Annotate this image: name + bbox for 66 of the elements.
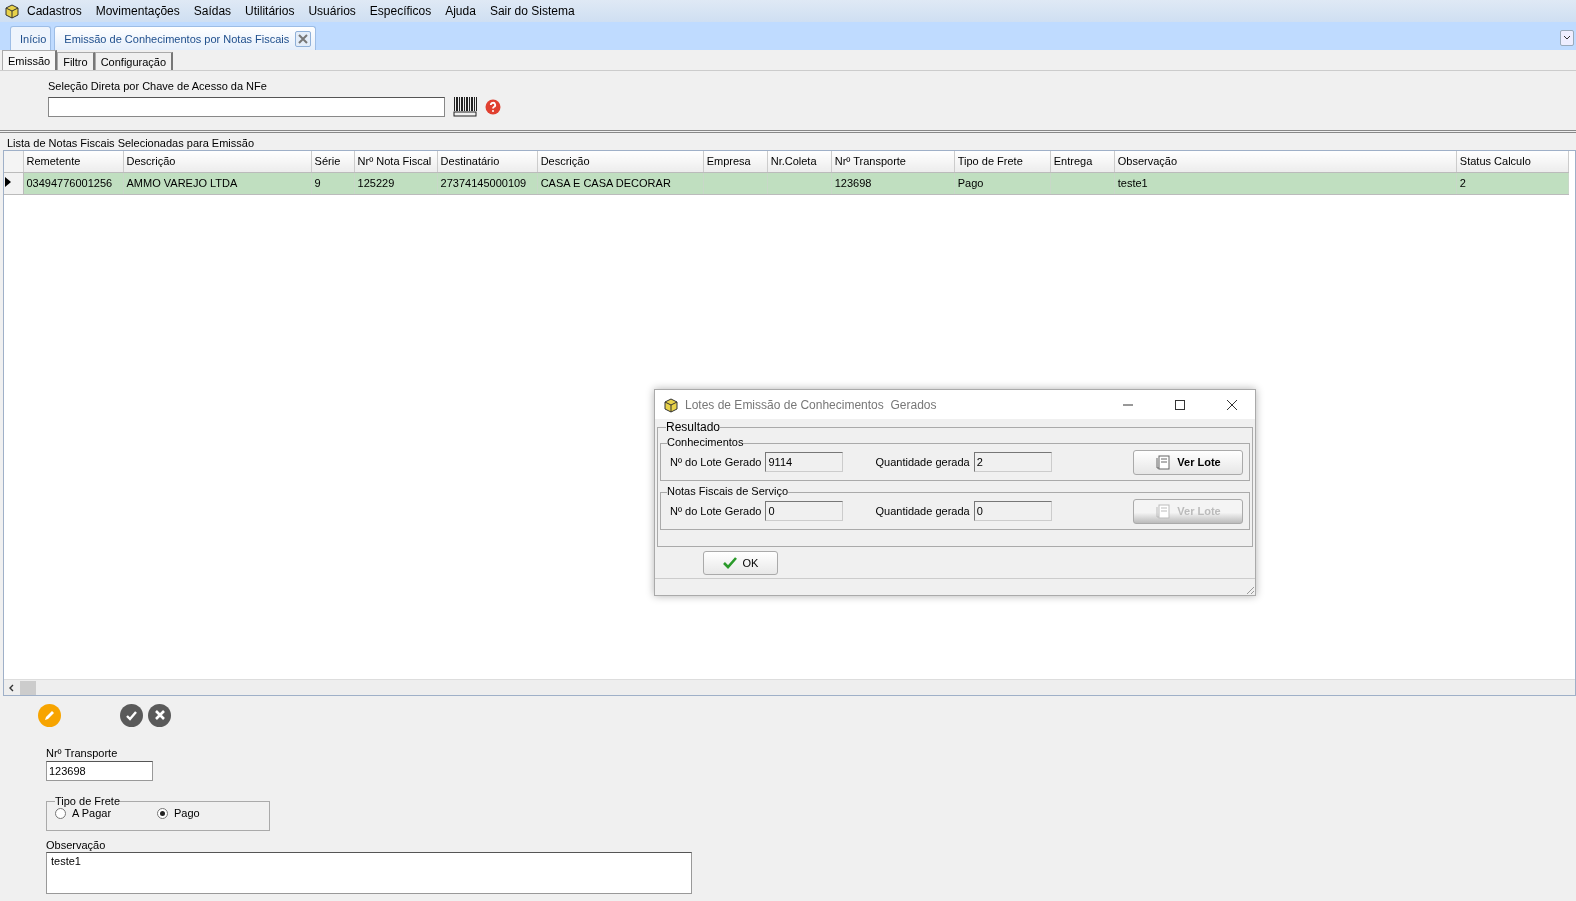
field-label: Observação — [46, 839, 107, 851]
field-label: Nº do Lote Gerado — [670, 505, 762, 517]
close-icon[interactable] — [148, 703, 171, 727]
column-header[interactable]: Descrição — [123, 151, 312, 172]
document-icon — [1155, 503, 1172, 519]
menu-item[interactable]: Saídas — [186, 4, 239, 18]
column-header[interactable]: Nrº Nota Fiscal — [354, 151, 438, 172]
ok-button[interactable]: OK — [703, 550, 778, 575]
table-cell: CASA E CASA DECORAR — [537, 172, 704, 194]
transport-number-field[interactable]: 123698 — [46, 761, 153, 781]
field-label: Seleção Direta por Chave de Acesso da NFe — [48, 80, 268, 92]
column-header[interactable]: Tipo de Frete — [954, 151, 1051, 172]
radio-button[interactable] — [55, 807, 66, 819]
app-icon — [663, 396, 679, 413]
tab[interactable]: Emissão — [2, 50, 58, 70]
group-title: Tipo de Frete — [55, 795, 120, 807]
scrollbar-thumb[interactable] — [20, 680, 36, 695]
check-icon[interactable] — [120, 703, 143, 727]
column-header[interactable]: Nr.Coleta — [767, 151, 832, 172]
column-header[interactable]: Observação — [1114, 151, 1457, 172]
column-header[interactable]: Empresa — [703, 151, 768, 172]
access-key-field[interactable] — [48, 97, 445, 117]
close-icon[interactable] — [295, 30, 312, 47]
tab[interactable]: Filtro — [57, 52, 95, 70]
section-title: Notas Fiscais de Serviço — [667, 485, 789, 497]
column-header[interactable]: Destinatário — [437, 151, 538, 172]
column-header[interactable]: Entrega — [1050, 151, 1115, 172]
menu-item[interactable]: Sair do Sistema — [482, 4, 582, 18]
document-tab[interactable]: Início — [10, 26, 52, 50]
radio-button[interactable] — [157, 807, 168, 819]
section-title: Conhecimentos — [667, 436, 744, 448]
radio-option[interactable]: Pago — [157, 807, 217, 819]
view-batch-button[interactable]: Ver Lote — [1133, 449, 1243, 475]
column-header[interactable]: Descrição — [537, 151, 704, 172]
observation-field[interactable]: teste1 — [46, 852, 692, 894]
radio-option[interactable]: A Pagar — [55, 807, 115, 819]
menu-item[interactable]: Utilitários — [238, 4, 302, 18]
column-header[interactable]: Série — [311, 151, 355, 172]
quantity-field[interactable]: 2 — [973, 452, 1052, 472]
column-header[interactable]: Nrº Transporte — [831, 151, 955, 172]
field-label: Nrº Transporte — [46, 747, 119, 759]
field-label: Nº do Lote Gerado — [670, 456, 762, 468]
document-icon — [1155, 454, 1172, 470]
app-icon — [4, 3, 20, 19]
menu-item[interactable]: Ajuda — [438, 4, 483, 18]
group-title: Lista de Notas Fiscais Selecionadas para Emissão — [6, 136, 255, 150]
group-title: Resultado — [666, 420, 721, 434]
barcode-icon[interactable] — [453, 97, 477, 117]
field-label: Quantidade gerada — [875, 505, 970, 517]
menu-item[interactable]: Cadastros — [20, 4, 89, 18]
dialog-title: Lotes de Emissão de Conhecimentos Gerados — [685, 397, 938, 412]
horizontal-scrollbar[interactable] — [4, 679, 1575, 695]
table-cell: teste1 — [1114, 172, 1457, 194]
field-label: Quantidade gerada — [875, 456, 970, 468]
menu-item[interactable]: Específicos — [362, 4, 439, 18]
check-icon — [722, 556, 737, 569]
menu-item[interactable]: Movimentações — [88, 4, 187, 18]
batch-number-field[interactable]: 9114 — [765, 452, 844, 472]
column-header[interactable]: Status Calculo — [1456, 151, 1569, 172]
document-tab[interactable]: Emissão de Conhecimentos por Notas Fiscais — [54, 26, 317, 50]
table-cell: AMMO VAREJO LTDA — [123, 172, 312, 194]
help-icon[interactable] — [485, 99, 501, 115]
column-header[interactable]: Remetente — [23, 151, 124, 172]
tab[interactable]: Configuração — [94, 52, 174, 70]
menu-item[interactable]: Usuários — [301, 4, 363, 18]
chevron-down-icon[interactable] — [1560, 30, 1574, 46]
